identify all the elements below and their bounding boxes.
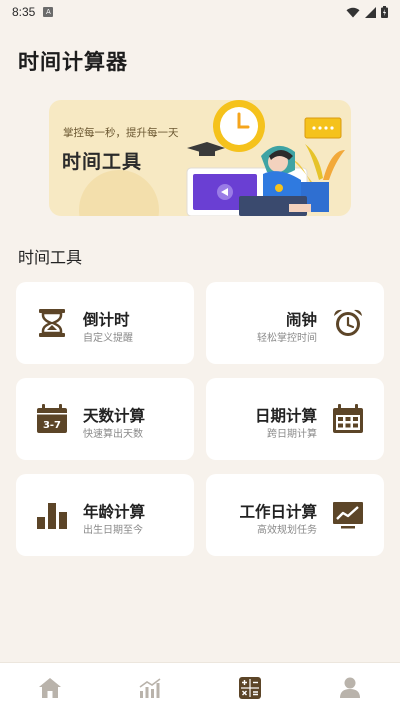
tool-subtitle: 跨日期计算 [267, 429, 317, 440]
bottom-nav [0, 662, 400, 712]
trend-board-icon [333, 502, 363, 529]
wifi-icon [346, 7, 360, 17]
section-title: 时间工具 [18, 248, 83, 267]
profile-icon[interactable] [338, 677, 362, 699]
stats-icon[interactable] [138, 677, 162, 699]
svg-text:3-7: 3-7 [43, 420, 61, 431]
tool-card-date[interactable]: 日期计算 跨日期计算 [206, 378, 384, 460]
cell-signal-icon [365, 6, 376, 18]
banner-title: 时间工具 [62, 151, 143, 173]
notification-a-icon: A [43, 7, 54, 17]
tool-title: 倒计时 [83, 311, 130, 329]
page-title: 时间计算器 [18, 50, 128, 74]
status-time: 8:35 [12, 5, 36, 19]
tool-card-countdown[interactable]: 倒计时 自定义提醒 [16, 282, 194, 364]
tool-title: 年龄计算 [83, 503, 146, 521]
tool-title: 闹钟 [285, 311, 317, 329]
tool-title: 天数计算 [83, 407, 146, 425]
calendar-days-icon: 3-7 [37, 404, 67, 433]
status-icons [346, 6, 388, 18]
calendar-grid-icon [333, 404, 363, 433]
home-icon[interactable] [38, 677, 62, 699]
tool-subtitle: 轻松掌控时间 [257, 333, 317, 344]
tool-card-days[interactable]: 3-7 天数计算 快速算出天数 [16, 378, 194, 460]
hourglass-icon [39, 309, 65, 337]
tool-subtitle: 高效规划任务 [257, 525, 317, 536]
banner-slogan: 掌控每一秒，提升每一天 [63, 127, 179, 139]
promo-banner[interactable]: 掌控每一秒，提升每一天 时间工具 [49, 100, 351, 216]
tool-card-age[interactable]: 年龄计算 出生日期至今 [16, 474, 194, 556]
status-bar: 8:35 A [0, 0, 400, 24]
tool-subtitle: 快速算出天数 [83, 429, 143, 440]
calculator-icon[interactable] [238, 677, 262, 699]
tool-card-alarm[interactable]: 闹钟 轻松掌控时间 [206, 282, 384, 364]
battery-icon [381, 6, 388, 18]
tool-title: 日期计算 [254, 407, 317, 425]
bar-chart-icon [37, 503, 67, 529]
tool-title: 工作日计算 [239, 503, 317, 521]
tool-card-workday[interactable]: 工作日计算 高效规划任务 [206, 474, 384, 556]
tool-subtitle: 出生日期至今 [83, 525, 143, 536]
alarm-clock-icon [334, 309, 362, 336]
tool-subtitle: 自定义提醒 [83, 333, 133, 344]
